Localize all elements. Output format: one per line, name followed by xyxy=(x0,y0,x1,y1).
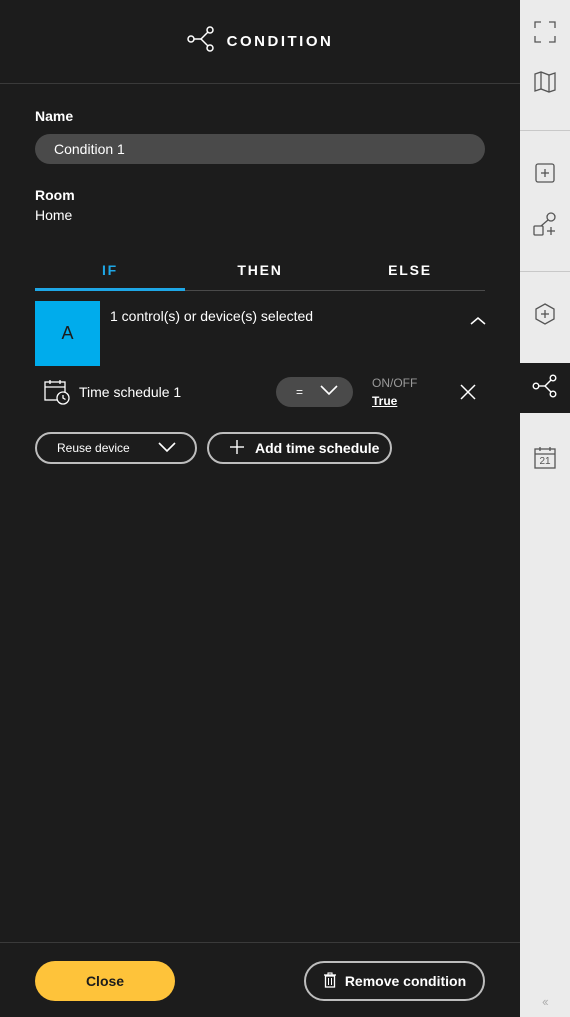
add-time-schedule-button[interactable]: Add time schedule xyxy=(207,432,392,464)
chevron-down-icon xyxy=(319,383,339,401)
close-button[interactable]: Close xyxy=(35,961,175,1001)
map-button[interactable] xyxy=(520,59,570,109)
add-shapes-icon xyxy=(532,211,558,242)
tab-if[interactable]: IF xyxy=(35,250,185,291)
condition-button[interactable] xyxy=(520,363,570,413)
remove-condition-label: Remove condition xyxy=(344,973,467,989)
calendar-clock-icon xyxy=(43,378,71,406)
calendar-icon: 21 xyxy=(533,446,557,470)
name-label: Name xyxy=(35,108,74,124)
panel-header: CONDITION xyxy=(0,0,520,84)
fullscreen-button[interactable] xyxy=(520,9,570,59)
toolbar-divider xyxy=(520,130,570,131)
time-schedule-name[interactable]: Time schedule 1 xyxy=(79,384,181,400)
schedule-button[interactable]: 21 xyxy=(520,433,570,483)
reuse-device-dropdown[interactable]: Reuse device xyxy=(35,432,197,464)
right-toolbar: 21 ‹‹ xyxy=(520,0,570,1017)
condition-tabs: IF THEN ELSE xyxy=(35,250,485,291)
condition-share-icon xyxy=(532,374,558,403)
add-square-icon xyxy=(533,161,557,190)
map-icon xyxy=(533,70,557,99)
room-label: Room xyxy=(35,187,75,203)
close-icon xyxy=(458,384,478,406)
remove-condition-button[interactable]: Remove condition xyxy=(304,961,485,1001)
add-hexagon-icon xyxy=(533,302,557,331)
operator-select[interactable]: = xyxy=(276,377,353,407)
device-tile[interactable]: A xyxy=(35,301,100,366)
tab-else[interactable]: ELSE xyxy=(335,250,485,290)
condition-panel: CONDITION Name Room Home IF THEN ELSE A … xyxy=(0,0,520,1017)
trash-icon xyxy=(323,971,337,991)
chevron-up-icon xyxy=(466,317,490,334)
device-selection-summary: 1 control(s) or device(s) selected xyxy=(110,308,314,324)
remove-schedule-button[interactable] xyxy=(458,382,478,402)
plus-icon xyxy=(229,439,245,458)
collapse-button[interactable] xyxy=(466,310,490,330)
operator-value: = xyxy=(296,385,304,399)
tab-then[interactable]: THEN xyxy=(185,250,335,290)
collapse-toolbar-button[interactable]: ‹‹ xyxy=(542,994,549,1009)
chevron-down-icon xyxy=(157,441,177,456)
page-title: CONDITION xyxy=(226,33,334,50)
calendar-day: 21 xyxy=(539,456,551,467)
toolbar-divider xyxy=(520,271,570,272)
reuse-device-label: Reuse device xyxy=(57,441,130,455)
room-value: Home xyxy=(35,207,73,223)
onoff-value-link[interactable]: True xyxy=(372,394,397,408)
condition-share-icon xyxy=(186,26,215,57)
fullscreen-icon xyxy=(533,20,557,49)
condition-name-input[interactable] xyxy=(35,134,485,164)
add-time-schedule-label: Add time schedule xyxy=(255,440,380,456)
add-function-button[interactable] xyxy=(520,291,570,341)
add-shape-button[interactable] xyxy=(520,201,570,251)
add-button[interactable] xyxy=(520,150,570,200)
panel-footer: Close Remove condition xyxy=(0,942,520,1017)
onoff-label: ON/OFF xyxy=(372,376,418,390)
